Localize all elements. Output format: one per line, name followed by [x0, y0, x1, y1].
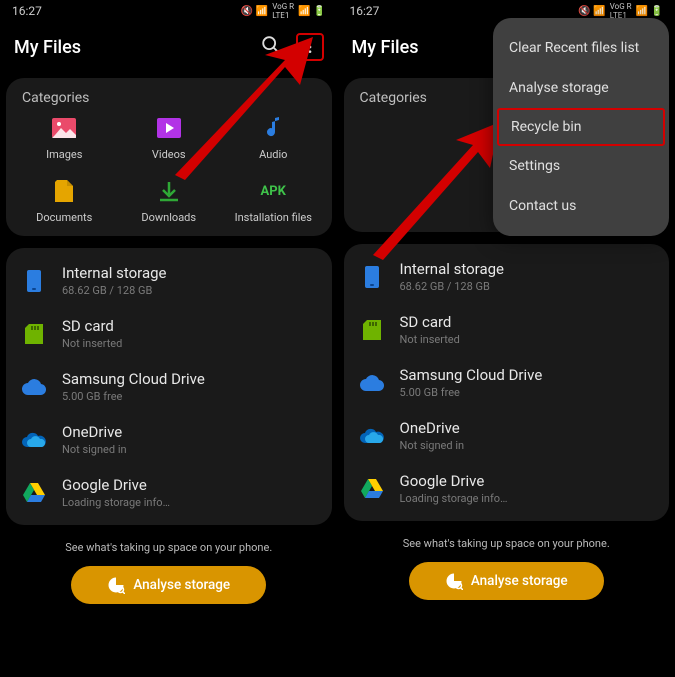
analyse-storage-button[interactable]: Analyse storage — [409, 562, 604, 600]
video-icon — [155, 114, 183, 142]
menu-settings[interactable]: Settings — [493, 146, 669, 186]
footer-hint: See what's taking up space on your phone… — [0, 541, 338, 554]
analyse-icon — [445, 572, 463, 590]
app-title: My Files — [352, 37, 419, 58]
storage-internal[interactable]: Internal storage68.62 GB / 128 GB — [344, 250, 670, 303]
category-videos[interactable]: Videos — [117, 114, 222, 161]
categories-title: Categories — [22, 90, 326, 106]
document-icon — [50, 177, 78, 205]
sd-icon — [22, 322, 46, 346]
status-time: 16:27 — [350, 4, 380, 18]
onedrive-icon — [360, 424, 384, 448]
category-downloads[interactable]: Downloads — [117, 177, 222, 224]
phone-icon — [22, 269, 46, 293]
categories-card: Categories Images Videos Audio Documents… — [6, 78, 332, 236]
onedrive-icon — [22, 428, 46, 452]
phone-right: 16:27 🔇 📶 VoG RLTE1 📶 🔋 My Files Categor… — [338, 0, 675, 677]
analyse-icon — [107, 576, 125, 594]
phone-icon — [360, 265, 384, 289]
category-audio[interactable]: Audio — [221, 114, 326, 161]
cloud-icon — [360, 371, 384, 395]
status-indicators: 🔇 📶 VoG RLTE1 📶 🔋 — [241, 2, 326, 20]
storage-card: Internal storage68.62 GB / 128 GB SD car… — [344, 244, 670, 521]
menu-contact-us[interactable]: Contact us — [493, 186, 669, 226]
app-header: My Files — [0, 22, 338, 72]
download-icon — [155, 177, 183, 205]
cloud-icon — [22, 375, 46, 399]
search-icon[interactable] — [260, 34, 282, 60]
more-menu-button[interactable] — [296, 33, 324, 61]
apk-icon: APK — [259, 177, 287, 205]
storage-card: Internal storage68.62 GB / 128 GB SD car… — [6, 248, 332, 525]
gdrive-icon — [360, 477, 384, 501]
storage-sd[interactable]: SD cardNot inserted — [6, 307, 332, 360]
storage-onedrive[interactable]: OneDriveNot signed in — [344, 409, 670, 462]
storage-sd[interactable]: SD cardNot inserted — [344, 303, 670, 356]
status-time: 16:27 — [12, 4, 42, 18]
sd-icon — [360, 318, 384, 342]
menu-clear-recent[interactable]: Clear Recent files list — [493, 28, 669, 68]
audio-icon — [259, 114, 287, 142]
phone-left: 16:27 🔇 📶 VoG RLTE1 📶 🔋 My Files Categor… — [0, 0, 338, 677]
storage-samsung-cloud[interactable]: Samsung Cloud Drive5.00 GB free — [6, 360, 332, 413]
gdrive-icon — [22, 481, 46, 505]
app-title: My Files — [14, 37, 81, 58]
footer-hint: See what's taking up space on your phone… — [338, 537, 675, 550]
storage-onedrive[interactable]: OneDriveNot signed in — [6, 413, 332, 466]
analyse-storage-button[interactable]: Analyse storage — [71, 566, 266, 604]
storage-samsung-cloud[interactable]: Samsung Cloud Drive5.00 GB free — [344, 356, 670, 409]
storage-gdrive[interactable]: Google DriveLoading storage info… — [344, 462, 670, 515]
category-images[interactable]: Images — [12, 114, 117, 161]
status-bar: 16:27 🔇 📶 VoG RLTE1 📶 🔋 — [0, 0, 338, 22]
category-apk[interactable]: APK Installation files — [221, 177, 326, 224]
menu-analyse-storage[interactable]: Analyse storage — [493, 68, 669, 108]
storage-internal[interactable]: Internal storage68.62 GB / 128 GB — [6, 254, 332, 307]
storage-gdrive[interactable]: Google DriveLoading storage info… — [6, 466, 332, 519]
image-icon — [50, 114, 78, 142]
overflow-menu: Clear Recent files list Analyse storage … — [493, 18, 669, 236]
menu-recycle-bin[interactable]: Recycle bin — [497, 108, 665, 146]
category-documents[interactable]: Documents — [12, 177, 117, 224]
